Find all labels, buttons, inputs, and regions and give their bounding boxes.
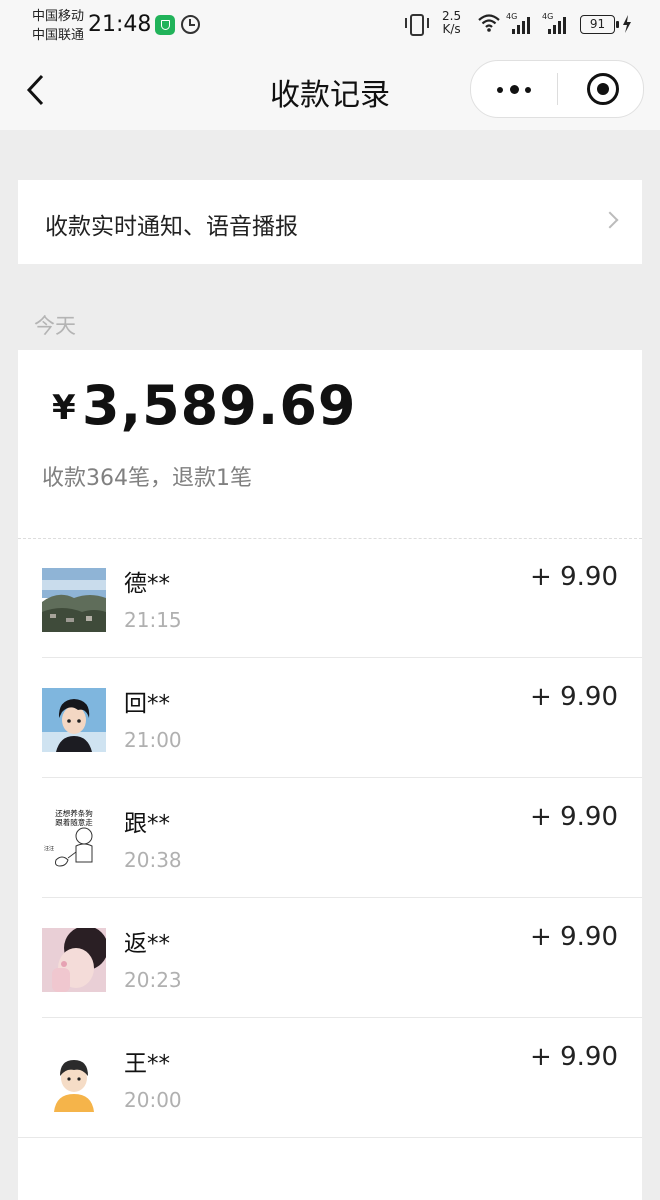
carrier-1: 中国移动 (32, 9, 85, 24)
payment-row[interactable]: 还想养条狗 跟着随意走 汪汪 跟** 20:38 + 9.90 (18, 778, 642, 898)
charging-icon (623, 15, 631, 33)
payment-row[interactable]: 德** 21:15 + 9.90 (18, 538, 642, 658)
payment-amount: + 9.90 (530, 682, 618, 712)
payment-row[interactable]: 返** 20:23 + 9.90 (18, 898, 642, 1018)
payment-amount: + 9.90 (530, 562, 618, 592)
chevron-right-icon (601, 211, 619, 229)
total-amount: 3,589.69 (82, 374, 357, 437)
payer-name: 德** (124, 571, 170, 597)
payment-time: 21:00 (124, 728, 182, 752)
shield-icon (155, 15, 175, 35)
payment-amount: + 9.90 (530, 922, 618, 952)
notification-settings-label: 收款实时通知、语音播报 (45, 214, 298, 240)
payment-amount: + 9.90 (530, 802, 618, 832)
status-bar: 中国移动 中国联通 21:48 2.5 K/s 4G 4G 91 (0, 0, 660, 50)
transaction-counts: 收款364笔，退款1笔 (42, 466, 252, 491)
payment-time: 20:00 (124, 1088, 182, 1112)
payment-time: 20:23 (124, 968, 182, 992)
net-speed-unit: K/s (442, 22, 461, 36)
wifi-icon (478, 14, 500, 32)
avatar-meme-text: 跟着随意走 (55, 817, 93, 827)
currency-symbol: ¥ (52, 388, 76, 428)
payer-name: 跟** (124, 811, 170, 837)
alarm-icon (181, 15, 200, 34)
payment-row[interactable]: 王** 20:00 + 9.90 (18, 1018, 642, 1138)
network-type-2: 4G (542, 12, 554, 21)
payer-name: 返** (124, 931, 170, 957)
capsule-divider (557, 73, 558, 105)
mini-program-capsule (470, 60, 644, 118)
payment-time: 20:38 (124, 848, 182, 872)
avatar-meme-text: 还想养条狗 (55, 808, 93, 818)
avatar (42, 568, 106, 632)
payment-list: 德** 21:15 + 9.90 回** 21:00 + 9.90 还想养条狗 … (18, 538, 642, 1138)
payment-records-card: ¥ 3,589.69 收款364笔，退款1笔 德** 21:15 + 9.90 (18, 350, 642, 1200)
avatar (42, 688, 106, 752)
carrier-2: 中国联通 (32, 28, 85, 43)
more-icon[interactable] (487, 73, 541, 105)
notification-settings-row[interactable]: 收款实时通知、语音播报 (18, 180, 642, 264)
avatar (42, 928, 106, 992)
payment-time: 21:15 (124, 608, 182, 632)
status-time: 21:48 (88, 12, 152, 37)
battery-icon: 91 (580, 15, 619, 34)
avatar: 还想养条狗 跟着随意走 汪汪 (42, 808, 106, 872)
nav-bar: 收款记录 (0, 50, 660, 130)
network-type-1: 4G (506, 12, 518, 21)
carrier-labels: 中国移动 中国联通 (32, 7, 84, 45)
net-speed: 2.5 K/s (442, 10, 461, 36)
vibrate-icon (405, 14, 429, 36)
payer-name: 回** (124, 691, 170, 717)
date-group-label: 今天 (34, 314, 76, 338)
payment-amount: + 9.90 (530, 1042, 618, 1072)
avatar-meme-tag: 汪汪 (44, 845, 54, 852)
close-target-icon[interactable] (587, 73, 619, 105)
payment-row[interactable]: 回** 21:00 + 9.90 (18, 658, 642, 778)
avatar (42, 1048, 106, 1112)
signal-icon: 4G (506, 12, 532, 34)
payer-name: 王** (124, 1051, 170, 1077)
signal-icon: 4G (542, 12, 568, 34)
